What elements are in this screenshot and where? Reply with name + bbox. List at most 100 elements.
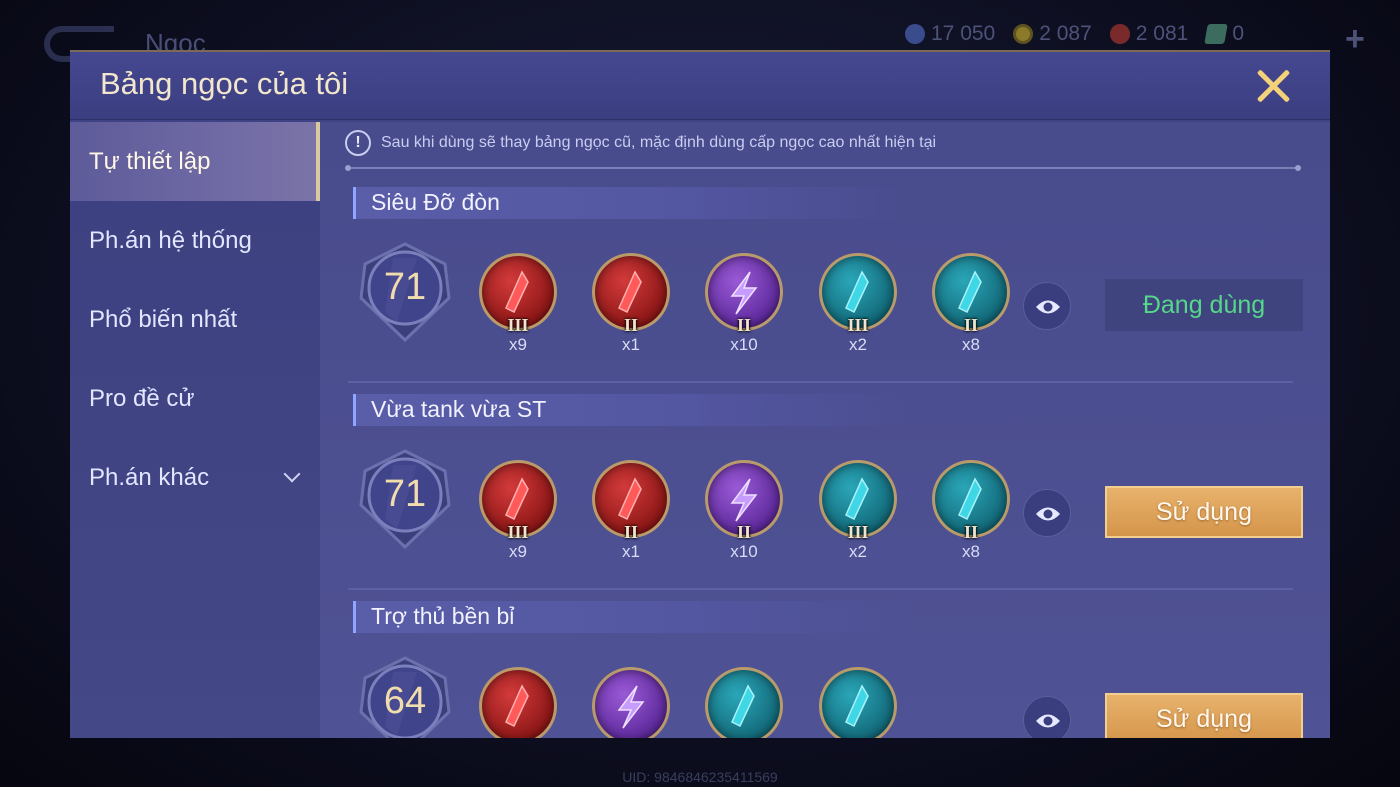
rune-level-value: 64 <box>383 680 427 722</box>
rune-level-badge: 64 <box>357 656 453 738</box>
eye-icon <box>1036 714 1060 728</box>
eye-icon <box>1036 507 1060 521</box>
currency-value: 2 081 <box>1135 22 1189 45</box>
rune-count: x9 <box>509 542 527 561</box>
rune-level-value: 71 <box>383 266 427 308</box>
rune-slot[interactable] <box>479 667 557 738</box>
close-button[interactable] <box>1256 68 1292 104</box>
rune-count: x8 <box>962 335 980 354</box>
rune-tier: II <box>963 315 978 335</box>
rune-slot[interactable]: II x8 <box>932 253 1010 354</box>
sidebar-item-popular[interactable]: Phổ biến nhất <box>70 280 320 359</box>
rune-tier: III <box>847 522 869 542</box>
rune-slot[interactable] <box>705 667 783 738</box>
rune-tier: II <box>623 315 638 335</box>
rune-set: Siêu Đỡ đòn 71 III x9 II x1 II x10 III x2 II x8 Đang… <box>320 187 1330 393</box>
preview-eye-button[interactable] <box>1023 282 1071 330</box>
uid-label: UID: 9846846235411569 <box>622 769 778 785</box>
modal-title: Bảng ngọc của tôi <box>100 66 349 101</box>
chevron-down-icon <box>283 465 301 483</box>
rune-count: x8 <box>962 542 980 561</box>
rune-set-name: Vừa tank vừa ST <box>371 396 547 422</box>
blue-rune-icon <box>819 667 897 738</box>
currency-gold-coin: 2 087 <box>1013 22 1092 46</box>
rune-level-badge: 71 <box>357 242 453 342</box>
rune-level-value: 71 <box>383 473 427 515</box>
in-use-button[interactable]: Đang dùng <box>1105 279 1303 331</box>
sidebar-item-label: Phổ biến nhất <box>89 305 238 333</box>
rune-set-header: Trợ thủ bền bỉ <box>353 601 913 633</box>
rune-tier: II <box>736 522 751 542</box>
currency-blue-gem: 17 050 <box>905 22 995 46</box>
rune-slot[interactable]: III x9 <box>479 253 557 354</box>
divider <box>348 588 1293 590</box>
rune-count: x9 <box>509 335 527 354</box>
divider <box>348 381 1293 383</box>
rune-slot[interactable]: III x2 <box>819 253 897 354</box>
rune-count: x10 <box>730 542 758 561</box>
sidebar-item-label: Ph.án khác <box>89 463 210 491</box>
rune-tier: II <box>623 522 638 542</box>
blue-rune-icon <box>705 667 783 738</box>
rune-count: x2 <box>849 335 867 354</box>
rune-tier: II <box>736 315 751 335</box>
sidebar-item-label: Pro đề cử <box>89 384 195 412</box>
rune-slot[interactable]: II x10 <box>705 253 783 354</box>
voucher-card-icon <box>1204 24 1229 44</box>
use-button[interactable]: Sử dụng <box>1105 693 1303 738</box>
blue-gem-icon <box>905 24 925 44</box>
purple-rune-icon <box>592 667 670 738</box>
rune-count: x1 <box>622 542 640 561</box>
preview-eye-button[interactable] <box>1023 489 1071 537</box>
sidebar-item-custom[interactable]: Tự thiết lập <box>70 122 320 201</box>
sidebar-item-system[interactable]: Ph.án hệ thống <box>70 201 320 280</box>
currency-value: 17 050 <box>931 22 996 45</box>
modal-header: Bảng ngọc của tôi <box>70 52 1330 120</box>
rune-count: x10 <box>730 335 758 354</box>
rune-slot[interactable]: II x8 <box>932 460 1010 561</box>
notice-text: Sau khi dùng sẽ thay bảng ngọc cũ, mặc đ… <box>381 134 937 151</box>
currency-voucher: 0 <box>1204 22 1245 46</box>
rune-tier: III <box>847 315 869 335</box>
currency-red-gem: 2 081 <box>1109 22 1189 46</box>
gold-coin-icon <box>1013 24 1034 44</box>
rune-level-badge: 71 <box>357 449 453 549</box>
rune-set: Trợ thủ bền bỉ 64 Sử dụng <box>320 601 1330 738</box>
add-currency-icon: + <box>1345 20 1365 58</box>
rune-tier: III <box>507 315 529 335</box>
rune-set-header: Vừa tank vừa ST <box>353 394 913 426</box>
rune-set-header: Siêu Đỡ đòn <box>353 187 913 219</box>
divider <box>345 165 1301 171</box>
rune-count: x2 <box>849 542 867 561</box>
rune-slot[interactable]: II x1 <box>592 460 670 561</box>
rune-slot[interactable] <box>819 667 897 738</box>
rune-slot[interactable]: III x2 <box>819 460 897 561</box>
red-gem-icon <box>1109 24 1130 44</box>
rune-page-modal: Bảng ngọc của tôi Tự thiết lập Ph.án hệ … <box>70 50 1330 738</box>
rune-tier: II <box>963 522 978 542</box>
sidebar: Tự thiết lập Ph.án hệ thống Phổ biến nhấ… <box>70 122 320 738</box>
rune-tier: III <box>507 522 529 542</box>
red-rune-icon <box>479 667 557 738</box>
rune-slot[interactable]: III x9 <box>479 460 557 561</box>
rune-slot[interactable]: II x1 <box>592 253 670 354</box>
sidebar-item-label: Ph.án hệ thống <box>89 226 252 254</box>
rune-slot[interactable]: II x10 <box>705 460 783 561</box>
info-icon: ! <box>345 130 371 156</box>
currency-value: 2 087 <box>1039 22 1092 45</box>
rune-set: Vừa tank vừa ST 71 III x9 II x1 II x10 III x2 II x8… <box>320 394 1330 600</box>
rune-set-name: Siêu Đỡ đòn <box>371 189 500 215</box>
sidebar-item-label: Tự thiết lập <box>89 147 211 175</box>
rune-set-list[interactable]: ! Sau khi dùng sẽ thay bảng ngọc cũ, mặc… <box>320 122 1330 738</box>
eye-icon <box>1036 300 1060 314</box>
rune-count: x1 <box>622 335 640 354</box>
preview-eye-button[interactable] <box>1023 696 1071 738</box>
rune-slot[interactable] <box>592 667 670 738</box>
currency-bar: 17 050 2 087 2 081 0 <box>905 22 1244 46</box>
sidebar-item-other[interactable]: Ph.án khác <box>70 438 320 517</box>
notice: ! Sau khi dùng sẽ thay bảng ngọc cũ, mặc… <box>345 130 936 156</box>
rune-set-name: Trợ thủ bền bỉ <box>371 603 515 629</box>
use-button[interactable]: Sử dụng <box>1105 486 1303 538</box>
sidebar-item-pro[interactable]: Pro đề cử <box>70 359 320 438</box>
currency-value: 0 <box>1232 22 1245 45</box>
